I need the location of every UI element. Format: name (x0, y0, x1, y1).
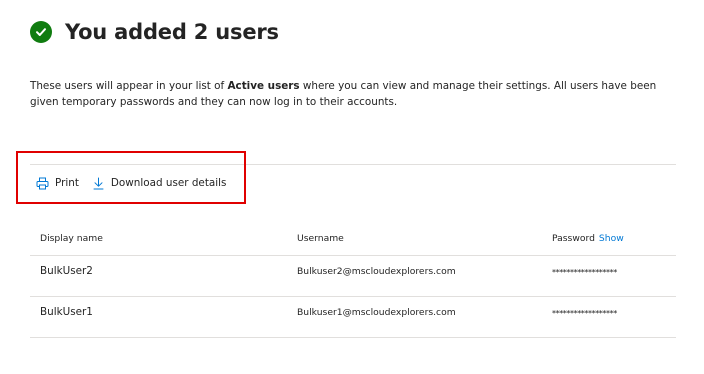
download-user-details-button[interactable]: Download user details (92, 177, 227, 190)
description-active-users: Active users (227, 80, 300, 92)
print-button[interactable]: Print (36, 177, 79, 190)
table-row-1-username: Bulkuser2@mscloudexplorers.com (297, 266, 456, 277)
toolbar: Print Download user details (36, 174, 226, 192)
success-check-icon (30, 21, 52, 43)
password-header-label: Password (552, 233, 595, 244)
page-title: You added 2 users (65, 20, 279, 44)
column-header-display-name[interactable]: Display name (40, 233, 103, 244)
show-passwords-link[interactable]: Show (599, 233, 624, 244)
download-label: Download user details (110, 177, 227, 189)
print-label: Print (55, 177, 79, 189)
description-prefix: These users will appear in your list of (30, 80, 228, 92)
column-header-username[interactable]: Username (297, 233, 344, 244)
table-row-divider (30, 296, 676, 297)
table-header-divider (30, 255, 676, 256)
table-bottom-divider (30, 337, 676, 338)
column-header-password: Password Show (552, 233, 624, 244)
table-row-2-display-name[interactable]: BulkUser1 (40, 306, 93, 318)
table-row-1-display-name[interactable]: BulkUser2 (40, 265, 93, 277)
description-text: These users will appear in your list of … (30, 78, 670, 110)
download-icon (92, 177, 105, 190)
printer-icon (36, 177, 49, 190)
table-row-1-password: ****************** (552, 268, 617, 277)
table-row-2-password: ****************** (552, 309, 617, 318)
page-header: You added 2 users (30, 19, 279, 45)
table-row-2-username: Bulkuser1@mscloudexplorers.com (297, 307, 456, 318)
